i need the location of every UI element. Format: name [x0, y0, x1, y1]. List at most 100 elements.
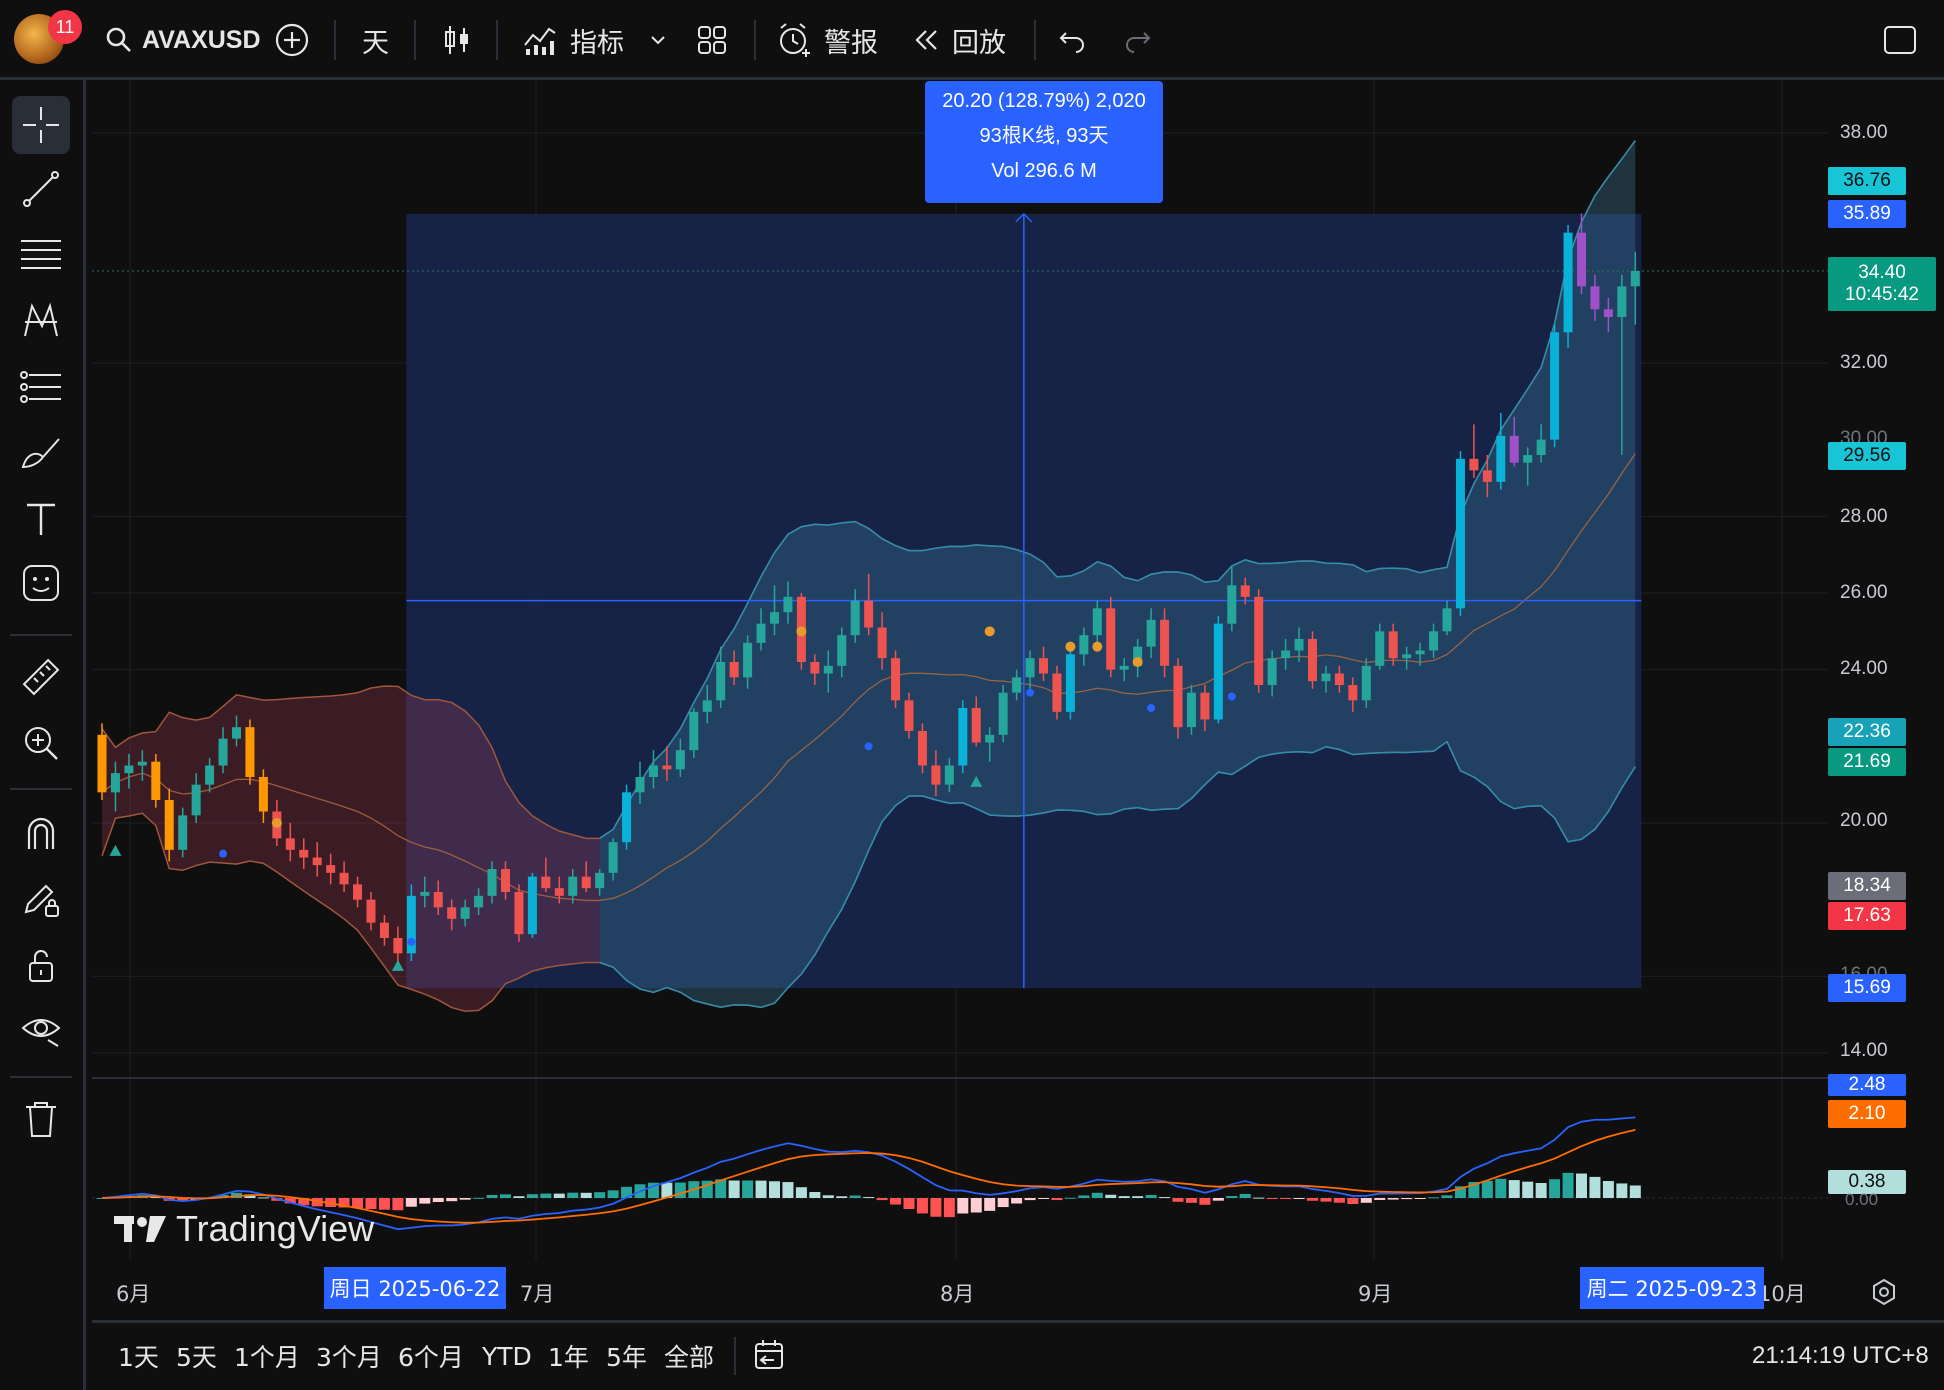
candle-body — [353, 884, 363, 900]
macd-histogram-bar — [930, 1198, 942, 1217]
range-5d[interactable]: 5天 — [176, 1323, 217, 1389]
symbol-search[interactable]: AVAXUSD — [104, 0, 261, 80]
candle-body — [312, 857, 322, 866]
tradingview-watermark: TradingView — [112, 1208, 374, 1250]
macd-histogram-bar — [1011, 1198, 1023, 1204]
fib-tool[interactable] — [12, 226, 70, 284]
macd-histogram-bar — [1280, 1198, 1292, 1199]
candle-body — [1361, 665, 1371, 701]
goto-date-button[interactable] — [752, 1323, 788, 1389]
lock-all-tool[interactable] — [12, 936, 70, 994]
macd-histogram-bar — [513, 1196, 525, 1198]
time-label: 9月 — [1358, 1282, 1393, 1306]
signal-dot-orange — [796, 626, 807, 637]
calendar-arrow-icon — [755, 1340, 783, 1369]
layout-button[interactable] — [696, 0, 728, 80]
alert-button[interactable]: 警报 — [776, 0, 878, 80]
forecast-tool[interactable] — [12, 358, 70, 416]
macd-histogram-bar — [1387, 1198, 1399, 1200]
macd-histogram-bar — [567, 1192, 579, 1198]
candle-body — [891, 658, 901, 701]
alert-label: 警报 — [824, 27, 878, 59]
replay-button[interactable]: 回放 — [912, 0, 1006, 80]
crosshair-tool[interactable] — [12, 96, 70, 154]
signal-dot-blue — [864, 742, 873, 751]
measure-tool[interactable] — [12, 648, 70, 706]
macd-histogram-bar — [782, 1182, 794, 1198]
measure-info-box: 20.20 (128.79%) 2,020 93根K线, 93天 Vol 296… — [925, 81, 1163, 203]
candle-body — [1254, 596, 1264, 685]
plus-circle-icon — [275, 23, 309, 57]
pattern-tool[interactable] — [12, 292, 70, 350]
zoom-tool[interactable] — [12, 714, 70, 772]
macd-histogram-bar — [553, 1193, 565, 1198]
macd-histogram-bar — [1495, 1178, 1507, 1198]
candle-body — [366, 899, 376, 923]
range-3m[interactable]: 3个月 — [316, 1323, 382, 1389]
candle-body — [433, 892, 443, 908]
range-1m[interactable]: 1个月 — [234, 1323, 300, 1389]
price-chart[interactable] — [92, 80, 1944, 1320]
clock[interactable]: 21:14:19 UTC+8 — [1752, 1323, 1929, 1389]
undo-button[interactable] — [1058, 0, 1088, 80]
visibility-tool[interactable] — [12, 1000, 70, 1058]
candle-body — [743, 642, 753, 678]
emoji-tool[interactable] — [12, 554, 70, 612]
brush-tool[interactable] — [12, 424, 70, 482]
text-tool[interactable] — [12, 490, 70, 548]
measure-volume: Vol 296.6 M — [991, 160, 1097, 182]
macd-histogram-bar — [500, 1194, 511, 1198]
macd-histogram-bar — [1401, 1198, 1413, 1200]
macd-histogram-bar — [1589, 1176, 1601, 1198]
fullscreen-button[interactable] — [1882, 0, 1918, 80]
indicators-button[interactable]: 指标 — [522, 0, 624, 80]
candle-body — [164, 800, 174, 850]
candle-body — [205, 765, 215, 785]
range-1y[interactable]: 1年 — [548, 1323, 589, 1389]
delete-tool[interactable] — [12, 1090, 70, 1148]
macd-histogram-bar — [1374, 1198, 1386, 1200]
candle-body — [124, 765, 134, 774]
candle-body — [1213, 623, 1223, 720]
bottom-bar: 1天 5天 1个月 3个月 6个月 YTD 1年 5年 全部 21:14:19 … — [92, 1320, 1944, 1390]
pattern-icon — [24, 302, 58, 337]
range-5y[interactable]: 5年 — [606, 1323, 647, 1389]
time-label: 6月 — [116, 1282, 151, 1306]
candle-body — [1590, 286, 1600, 310]
range-1d[interactable]: 1天 — [118, 1323, 159, 1389]
macd-histogram-bar — [849, 1195, 861, 1198]
interval-button[interactable]: 天 — [362, 0, 389, 80]
axis-settings-button[interactable] — [1870, 1278, 1898, 1310]
signal-dot-blue — [219, 849, 228, 858]
candle-body — [1012, 677, 1022, 693]
macd-histogram-bar — [1307, 1198, 1318, 1201]
candle-body — [460, 907, 470, 919]
magnet-tool[interactable] — [12, 804, 70, 862]
candle-body — [608, 842, 618, 873]
candle-body — [971, 708, 981, 743]
trendline-tool[interactable] — [12, 160, 70, 218]
indicators-label: 指标 — [570, 27, 624, 59]
range-ytd[interactable]: YTD — [482, 1323, 532, 1389]
chart-type-button[interactable] — [442, 0, 472, 80]
signal-dot-orange — [1132, 657, 1143, 667]
macd-histogram-bar — [257, 1197, 269, 1199]
candle-body — [1402, 654, 1412, 659]
redo-button[interactable] — [1122, 0, 1152, 80]
lock-drawing-tool[interactable] — [12, 870, 70, 928]
candle-body — [823, 665, 833, 674]
compare-button[interactable] — [274, 0, 310, 80]
range-all[interactable]: 全部 — [664, 1323, 714, 1389]
macd-histogram-bar — [795, 1187, 807, 1198]
measure-bars: 93根K线, 93天 — [979, 125, 1109, 147]
macd-histogram-bar — [594, 1192, 606, 1198]
price-tick: 38.00 — [1840, 122, 1888, 143]
redo-icon — [1126, 32, 1151, 53]
signal-dot-blue — [1147, 704, 1156, 712]
candle-body — [1025, 658, 1035, 678]
signal-dot-orange — [271, 818, 282, 828]
indicators-dropdown[interactable] — [648, 0, 668, 80]
macd-histogram-bar — [1333, 1198, 1345, 1203]
candle-body — [716, 662, 726, 701]
range-6m[interactable]: 6个月 — [398, 1323, 464, 1389]
